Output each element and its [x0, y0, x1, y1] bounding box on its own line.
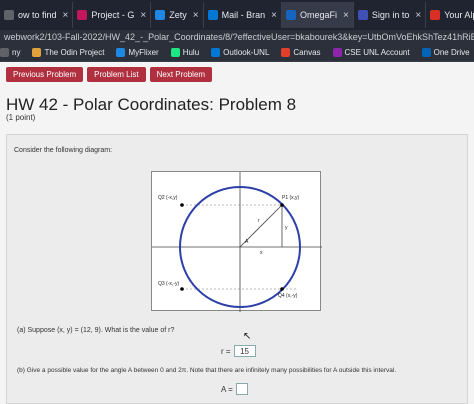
part-a-answer-input[interactable]: 15: [233, 345, 256, 357]
bookmark-item[interactable]: Outlook-UNL: [211, 48, 269, 57]
onedrive-icon: [421, 48, 431, 57]
label-r: r: [258, 218, 260, 224]
bookmark-item[interactable]: Canvas: [281, 48, 321, 57]
page-icon: [4, 10, 14, 20]
browser-tab[interactable]: Project - G ×: [73, 2, 152, 28]
close-tab-icon[interactable]: ×: [271, 10, 277, 21]
point-q1: [280, 203, 284, 207]
part-b-answer-input[interactable]: [235, 383, 248, 395]
label-q3: Q3 (-x,-y): [158, 281, 179, 287]
bookmark-label: One Drive: [433, 48, 470, 57]
part-b-answer-row: A =: [221, 383, 248, 395]
bookmark-item[interactable]: One Drive: [421, 48, 470, 57]
next-problem-button[interactable]: Next Problem: [149, 67, 213, 82]
hulu-icon: [170, 48, 180, 57]
canvas-icon: [281, 48, 291, 57]
part-a-variable: r =: [221, 346, 231, 356]
close-tab-icon[interactable]: ×: [193, 10, 199, 21]
part-b-variable: A =: [221, 384, 233, 394]
apps-icon: [0, 48, 9, 57]
part-a-question: (a) Suppose (x, y) = (12, 9). What is th…: [17, 327, 175, 334]
gmail-icon: [430, 10, 441, 20]
signin-icon: [357, 10, 368, 20]
bookmark-label: Hulu: [182, 48, 200, 57]
label-x: x: [260, 250, 263, 256]
bookmark-label: Canvas: [293, 48, 321, 57]
browser-tab[interactable]: OmegaFi ×: [281, 2, 354, 28]
bookmark-label: ny: [12, 48, 21, 57]
browser-tab-label: ow to find: [18, 10, 57, 20]
problem-nav: Previous Problem Problem List Next Probl…: [6, 67, 216, 82]
browser-tab-label: Your Alpha: [444, 10, 474, 20]
label-q4: Q4 (x,-y): [278, 293, 298, 299]
bookmark-item[interactable]: CSE UNL Account: [332, 48, 410, 57]
myflixer-icon: [116, 48, 126, 57]
point-q3: [180, 287, 184, 291]
close-tab-icon[interactable]: ×: [63, 10, 69, 21]
browser-tab-label: Zety: [169, 10, 187, 20]
point-q4: [280, 287, 284, 291]
close-tab-icon[interactable]: ×: [415, 10, 421, 21]
close-tab-icon[interactable]: ×: [343, 10, 349, 21]
browser-tab[interactable]: Your Alpha×: [426, 2, 474, 28]
zety-icon: [155, 10, 166, 20]
odin-icon: [32, 48, 42, 57]
previous-problem-button[interactable]: Previous Problem: [6, 67, 84, 82]
bookmark-item[interactable]: Hulu: [170, 48, 200, 57]
project-icon: [77, 10, 88, 20]
bookmark-item[interactable]: The Odin Project: [32, 48, 104, 57]
bookmark-label: CSE UNL Account: [344, 48, 410, 57]
label-y: y: [285, 225, 288, 231]
bookmark-item[interactable]: MyFlixer: [116, 48, 159, 57]
cse-icon: [332, 48, 342, 57]
omegafi-icon: [285, 10, 296, 20]
bookmark-label: Outlook-UNL: [223, 48, 270, 57]
bookmarks-bar: ny The Odin Project MyFlixer Hulu Outlook-UN…: [0, 44, 474, 62]
label-angle: A: [245, 239, 249, 245]
browser-tab[interactable]: Zety ×: [151, 2, 204, 28]
browser-tab[interactable]: Sign in to ×: [354, 2, 427, 28]
browser-tab-label: Sign in to: [371, 10, 410, 20]
bookmark-item[interactable]: ny: [0, 48, 20, 57]
label-q1: P1 (x,y): [282, 195, 300, 201]
point-q2: [180, 203, 184, 207]
part-b-question: (b) Give a possible value for the angle …: [17, 367, 397, 374]
browser-tab-label: Mail - Bran: [221, 10, 266, 20]
browser-tab[interactable]: Mail - Bran ×: [204, 2, 282, 28]
browser-tab-strip: ow to find × Project - G × Zety × Mail - Bran ×…: [0, 0, 474, 30]
page-title: HW 42 - Polar Coordinates: Problem 8: [6, 95, 297, 114]
polar-diagram-svg: P1 (x,y) Q2 (-x,y) Q3 (-x,-y) Q4 (x,-y) …: [152, 172, 322, 312]
browser-tab-label: Project - G: [91, 10, 135, 20]
part-a-answer-row: r = 15: [221, 345, 256, 357]
browser-tab-label: OmegaFi: [299, 10, 337, 20]
polar-diagram: P1 (x,y) Q2 (-x,y) Q3 (-x,-y) Q4 (x,-y) …: [151, 171, 322, 312]
webwork-page: Previous Problem Problem List Next Probl…: [0, 62, 474, 404]
problem-points: (1 point): [6, 113, 36, 122]
close-tab-icon[interactable]: ×: [140, 10, 146, 21]
bookmark-label: MyFlixer: [128, 48, 159, 57]
browser-tab[interactable]: ow to find ×: [0, 2, 74, 28]
address-bar[interactable]: webwork2/103-Fall-2022/HW_42_-_Polar_Coo…: [0, 30, 474, 44]
problem-box: Consider the following diagram: P1 (x,y)…: [6, 134, 468, 404]
mouse-cursor-icon: ↖: [243, 331, 252, 342]
label-q2: Q2 (-x,y): [158, 195, 178, 201]
outlook-icon: [211, 48, 221, 57]
bookmark-label: The Odin Project: [44, 48, 105, 57]
problem-list-button[interactable]: Problem List: [87, 67, 146, 82]
mail-icon: [207, 10, 218, 20]
consider-text: Consider the following diagram:: [14, 147, 113, 154]
